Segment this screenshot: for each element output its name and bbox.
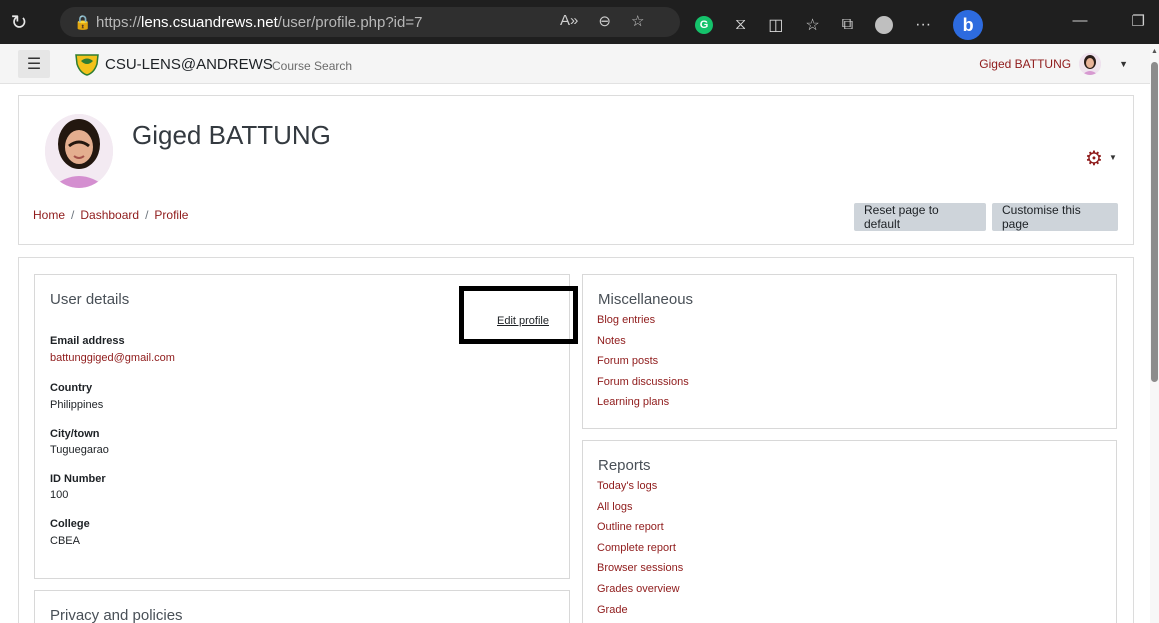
refresh-icon[interactable]: ↻ [0, 10, 38, 35]
field-value-college: CBEA [50, 535, 80, 547]
favorite-star-icon[interactable]: ☆ [631, 12, 644, 30]
more-options-icon[interactable]: ··· [915, 16, 931, 34]
field-value-id-number: 100 [50, 489, 69, 501]
minimize-icon[interactable]: — [1073, 12, 1088, 30]
breadcrumb-profile[interactable]: Profile [154, 208, 188, 222]
reset-page-button[interactable]: Reset page to default [854, 203, 986, 231]
list-item[interactable]: Notes [597, 335, 689, 356]
course-search-link[interactable]: Course Search [272, 59, 352, 73]
field-value-city: Tuguegarao [50, 444, 109, 456]
page-header: Giged BATTUNG ⚙ ▼ Home / Dashboard / Pro… [18, 95, 1134, 245]
list-item[interactable]: Complete report [597, 542, 683, 563]
breadcrumb-home[interactable]: Home [33, 208, 65, 222]
chevron-down-icon[interactable]: ▼ [1109, 153, 1117, 162]
list-item[interactable]: Blog entries [597, 314, 689, 335]
extensions-icon[interactable]: ⧖ [735, 16, 746, 34]
grammarly-extension-icon[interactable]: G [695, 16, 713, 34]
reports-links: Today's logs All logs Outline report Com… [597, 480, 683, 623]
privacy-block: Privacy and policies [34, 590, 570, 623]
window-controls: — ❐ [1073, 12, 1145, 30]
site-logo[interactable] [74, 52, 100, 76]
gear-icon[interactable]: ⚙ [1085, 146, 1103, 171]
block-title: Reports [598, 457, 651, 474]
user-avatar-icon [1079, 53, 1102, 75]
address-bar-actions: A» ⊖ ☆ [560, 12, 644, 30]
favorites-icon[interactable]: ☆ [805, 15, 819, 35]
list-item[interactable]: Forum posts [597, 355, 689, 376]
restore-icon[interactable]: ❐ [1132, 12, 1145, 30]
block-title: Privacy and policies [50, 607, 183, 623]
scrollbar-thumb[interactable] [1151, 62, 1158, 382]
user-menu-name[interactable]: Giged BATTUNG [979, 57, 1071, 71]
page-title: Giged BATTUNG [132, 120, 331, 150]
block-title: Miscellaneous [598, 291, 694, 308]
list-item[interactable]: Forum discussions [597, 376, 689, 397]
field-value-country: Philippines [50, 399, 104, 411]
avatar[interactable] [1079, 53, 1102, 75]
customise-page-button[interactable]: Customise this page [992, 203, 1118, 231]
browser-profile-icon[interactable] [875, 16, 894, 34]
list-item[interactable]: Today's logs [597, 480, 683, 501]
zoom-icon[interactable]: ⊖ [598, 12, 611, 30]
scroll-up-icon[interactable]: ▲ [1150, 48, 1159, 55]
miscellaneous-links: Blog entries Notes Forum posts Forum dis… [597, 314, 689, 417]
block-title: User details [50, 291, 130, 308]
list-item[interactable]: All logs [597, 501, 683, 522]
url-path: /user/profile.php?id=7 [277, 13, 423, 31]
field-label-city: City/town [50, 428, 100, 440]
lock-icon: 🔒 [74, 13, 92, 30]
bing-copilot-icon[interactable]: b [953, 10, 984, 40]
site-name[interactable]: CSU-LENS@ANDREWS [105, 56, 273, 73]
site-navbar: ☰ CSU-LENS@ANDREWS Course Search Giged B… [0, 44, 1150, 84]
breadcrumb-dashboard[interactable]: Dashboard [80, 208, 139, 222]
field-value-email[interactable]: battunggiged@gmail.com [50, 352, 175, 364]
user-menu[interactable]: Giged BATTUNG ▼ [979, 53, 1128, 75]
field-label-email: Email address [50, 335, 125, 347]
list-item[interactable]: Learning plans [597, 396, 689, 417]
profile-picture [45, 114, 113, 188]
chevron-down-icon[interactable]: ▼ [1119, 59, 1128, 69]
collections-icon[interactable]: ⧉ [842, 16, 853, 34]
list-item[interactable]: Outline report [597, 521, 683, 542]
list-item[interactable]: Grades overview [597, 583, 683, 604]
list-item[interactable]: Browser sessions [597, 562, 683, 583]
read-aloud-icon[interactable]: A» [560, 12, 578, 30]
split-screen-icon[interactable]: ◫ [768, 15, 783, 35]
breadcrumb-separator: / [145, 208, 149, 222]
profile-photo-icon [45, 114, 113, 188]
toolbar-icons: G ⧖ ◫ ☆ ⧉ ··· b [695, 10, 984, 40]
url-host: lens.csuandrews.net [141, 13, 278, 31]
breadcrumb-separator: / [71, 208, 75, 222]
breadcrumb: Home / Dashboard / Profile [33, 208, 188, 222]
hamburger-icon[interactable]: ☰ [18, 50, 50, 78]
field-label-college: College [50, 518, 90, 530]
url-scheme: https:// [96, 13, 142, 31]
field-label-country: Country [50, 382, 93, 394]
field-label-id-number: ID Number [50, 473, 106, 485]
list-item[interactable]: Grade [597, 604, 683, 623]
annotation-highlight-box [459, 286, 578, 344]
